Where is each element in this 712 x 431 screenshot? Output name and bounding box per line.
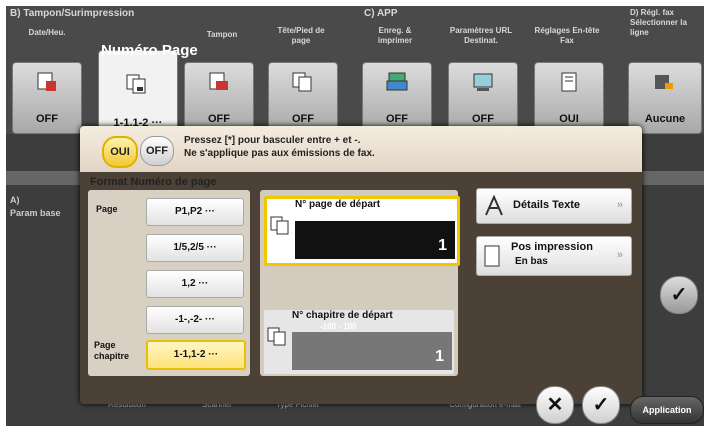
start-page-field[interactable]: N° page de départ -99999 - 99999 1 (264, 196, 460, 266)
group-title-fax: D) Régl. fax Sélectionner la ligne (630, 8, 687, 37)
group-title-app: C) APP (364, 8, 398, 19)
date-stamp-icon (37, 72, 56, 91)
message-line-2: Ne s'applique pas aux émissions de fax. (184, 148, 375, 159)
start-chapter-value-box: -100 - 100 1 (292, 322, 452, 370)
print-position-value: En bas (515, 256, 548, 267)
tab-save-print[interactable]: Enreg. & imprimer (362, 26, 428, 66)
tile-value: OUI (559, 113, 579, 125)
format-option-fraction[interactable]: 1/5,2/5 ··· (146, 234, 244, 262)
basic-settings-label: A) Param base (10, 195, 61, 218)
chapter-number-icon (267, 327, 286, 346)
chapter-label: Page chapitre (94, 340, 130, 361)
instruction-message: Pressez [*] pour basculer entre + et -. … (184, 134, 375, 160)
message-line-1: Pressez [*] pour basculer entre + et -. (184, 135, 361, 146)
page-number-dialog: OUI OFF Pressez [*] pour basculer entre … (80, 126, 642, 404)
url-destination-icon (473, 73, 493, 91)
format-option-dashed[interactable]: -1-,-2- ··· (146, 306, 244, 334)
chevron-right-icon: » (616, 249, 623, 261)
text-details-button[interactable]: Détails Texte » (476, 188, 632, 224)
page-number-icon (126, 74, 146, 94)
text-font-icon (485, 195, 503, 216)
tile-value: OFF (386, 113, 408, 125)
tile-value: OFF (472, 113, 494, 125)
tile-save-print[interactable]: OFF (362, 62, 432, 134)
toggle-off-button[interactable]: OFF (140, 136, 174, 166)
function-tab-bar: B) Tampon/Surimpression C) APP D) Régl. … (6, 6, 704, 138)
fax-line-icon (655, 75, 673, 89)
page-position-icon (484, 245, 500, 267)
format-option-plain[interactable]: 1,2 ··· (146, 270, 244, 298)
screen: B) Tampon/Surimpression C) APP D) Régl. … (6, 6, 704, 426)
print-position-button[interactable]: Pos impression En bas » (476, 236, 632, 276)
text-details-label: Détails Texte (513, 199, 581, 211)
format-title: Format Numéro de page (90, 176, 217, 188)
header-footer-icon (292, 72, 312, 92)
tile-value: OFF (36, 113, 58, 125)
tile-header-footer[interactable]: OFF (268, 62, 338, 134)
cancel-button[interactable]: ✕ (536, 386, 574, 424)
page-label: Page (96, 204, 118, 214)
tile-stamp[interactable]: OFF (184, 62, 254, 134)
toggle-on-button[interactable]: OUI (102, 136, 138, 168)
page-number-icon (270, 216, 289, 235)
start-page-range: -99999 - 99999 (323, 211, 378, 220)
start-page-value: 1 (438, 237, 447, 254)
tab-header-footer[interactable]: Tête/Pied de page (268, 26, 334, 66)
format-option-chapter[interactable]: 1-1,1-2 ··· (146, 340, 246, 370)
start-page-value-box: -99999 - 99999 1 (295, 211, 455, 259)
start-chapter-title: N° chapitre de départ (292, 310, 393, 321)
start-chapter-value: 1 (435, 348, 444, 365)
print-position-label: Pos impression (511, 241, 593, 253)
start-chapter-field[interactable]: N° chapitre de départ -100 - 100 1 (264, 310, 454, 374)
tab-url-destination[interactable]: Paramètres URL Destinat. (446, 26, 516, 66)
tile-page-number[interactable]: 1-1,1-2 ··· (98, 50, 178, 138)
fax-header-icon (561, 72, 577, 92)
tile-value: OFF (292, 113, 314, 125)
tile-fax-line[interactable]: Aucune (628, 62, 702, 134)
tile-url-destination[interactable]: OFF (448, 62, 518, 134)
tile-fax-header[interactable]: OUI (534, 62, 604, 134)
tile-value: Aucune (644, 113, 686, 125)
ok-button[interactable]: ✓ (582, 386, 620, 424)
format-option-p1-p2[interactable]: P1,P2 ··· (146, 198, 244, 226)
stamp-icon (209, 72, 228, 90)
start-chapter-range: -100 - 100 (320, 322, 357, 331)
background-ok-button[interactable]: ✓ (660, 276, 698, 314)
message-bar: OUI OFF Pressez [*] pour basculer entre … (80, 126, 642, 172)
application-button[interactable]: Application (630, 396, 704, 424)
tile-date-time[interactable]: OFF (12, 62, 82, 134)
group-title-stamp: B) Tampon/Surimpression (10, 8, 135, 19)
selected-function-title: Numéro Page (101, 42, 198, 59)
tab-fax-header[interactable]: Réglages En-tête Fax (534, 26, 600, 66)
tile-value: OFF (208, 113, 230, 125)
chevron-right-icon: » (616, 199, 623, 211)
save-print-icon (386, 72, 408, 91)
